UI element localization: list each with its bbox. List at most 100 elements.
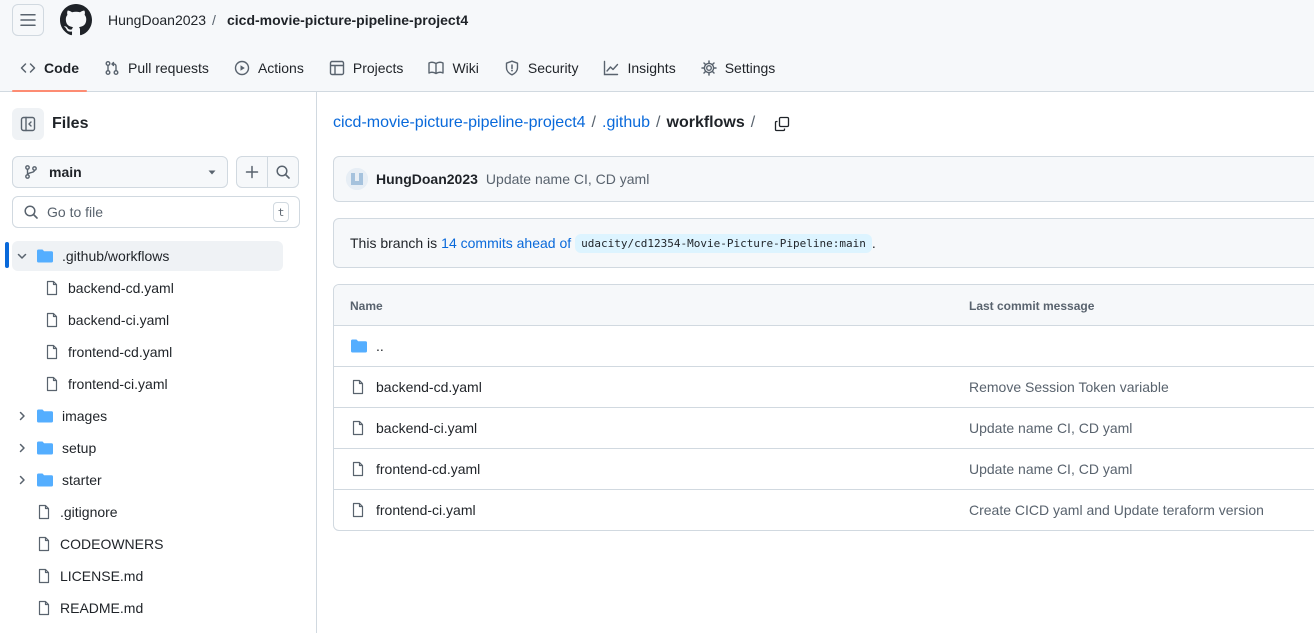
search-files-button[interactable] bbox=[267, 156, 299, 188]
tree-item-frontend-ci[interactable]: frontend-ci.yaml bbox=[44, 369, 168, 399]
tab-label: Projects bbox=[352, 60, 404, 76]
tree-item-images[interactable]: images bbox=[14, 401, 107, 431]
github-logo-icon[interactable] bbox=[60, 4, 92, 36]
tab-pull-requests[interactable]: Pull requests bbox=[96, 48, 217, 88]
chevron-right-icon[interactable] bbox=[14, 440, 30, 456]
commit-message-link[interactable]: Remove Session Token variable bbox=[969, 379, 1169, 395]
folder-icon bbox=[351, 339, 367, 353]
file-name-link[interactable]: backend-cd.yaml bbox=[376, 379, 482, 395]
tab-projects[interactable]: Projects bbox=[321, 48, 412, 88]
tree-item-license[interactable]: LICENSE.md bbox=[36, 561, 143, 591]
tree-item-frontend-cd[interactable]: frontend-cd.yaml bbox=[44, 337, 172, 367]
keyboard-shortcut-badge: t bbox=[273, 202, 289, 222]
breadcrumb-separator: / bbox=[750, 114, 756, 131]
repo-nav: Code Pull requests Actions Projects Wiki… bbox=[12, 48, 792, 92]
caret-down-icon bbox=[208, 170, 216, 175]
files-heading: Files bbox=[52, 115, 89, 132]
tree-item-readme[interactable]: README.md bbox=[36, 593, 143, 623]
file-icon bbox=[46, 312, 58, 328]
tree-item-label: LICENSE.md bbox=[60, 568, 144, 584]
copy-path-button[interactable] bbox=[772, 114, 792, 134]
path-breadcrumb: cicd-movie-picture-pipeline-project4 / .… bbox=[333, 114, 761, 132]
commit-message-link[interactable]: Update name CI, CD yaml bbox=[969, 461, 1132, 477]
tree-item-github-workflows[interactable]: .github/workflows bbox=[12, 241, 283, 271]
tab-insights[interactable]: Insights bbox=[595, 48, 683, 88]
breadcrumb-current: workflows bbox=[666, 114, 745, 131]
tree-item-label: setup bbox=[62, 440, 97, 456]
app-header: HungDoan2023 / cicd-movie-picture-pipeli… bbox=[0, 0, 1314, 92]
tab-label: Wiki bbox=[452, 60, 479, 76]
table-header: Name Last commit message bbox=[334, 285, 1314, 326]
tab-settings[interactable]: Settings bbox=[693, 48, 784, 88]
branch-name: main bbox=[49, 164, 82, 180]
file-name-link[interactable]: frontend-cd.yaml bbox=[376, 461, 480, 477]
file-icon bbox=[352, 379, 364, 395]
tree-item-gitignore[interactable]: .gitignore bbox=[36, 497, 118, 527]
commit-author-link[interactable]: HungDoan2023 bbox=[376, 171, 478, 187]
tab-label: Insights bbox=[627, 60, 676, 76]
tree-item-label: images bbox=[62, 408, 108, 424]
latest-commit-bar: HungDoan2023 Update name CI, CD yaml bbox=[333, 156, 1314, 202]
folder-icon bbox=[37, 473, 53, 487]
table-row: backend-ci.yaml Update name CI, CD yaml bbox=[334, 408, 1314, 449]
file-name-link[interactable]: backend-ci.yaml bbox=[376, 420, 477, 436]
play-icon bbox=[234, 60, 250, 76]
tree-item-label: backend-ci.yaml bbox=[68, 312, 170, 328]
gear-icon bbox=[700, 60, 717, 76]
table-row: backend-cd.yaml Remove Session Token var… bbox=[334, 367, 1314, 408]
menu-button[interactable] bbox=[12, 4, 44, 36]
table-row-parent[interactable]: .. bbox=[334, 326, 1314, 367]
git-branch-icon bbox=[25, 165, 37, 179]
tab-security[interactable]: Security bbox=[496, 48, 587, 88]
tree-item-label: backend-cd.yaml bbox=[68, 280, 174, 296]
breadcrumb-separator: / bbox=[591, 114, 596, 131]
upstream-branch-ref[interactable]: udacity/cd12354-Movie-Picture-Pipeline:m… bbox=[575, 233, 872, 253]
folder-open-icon bbox=[37, 249, 53, 263]
file-icon bbox=[38, 536, 50, 552]
file-icon bbox=[46, 376, 58, 392]
plus-icon bbox=[245, 165, 259, 179]
tree-item-backend-cd[interactable]: backend-cd.yaml bbox=[44, 273, 174, 303]
commit-message-link[interactable]: Update name CI, CD yaml bbox=[486, 171, 649, 187]
branch-ahead-banner: This branch is 14 commits ahead of udaci… bbox=[333, 218, 1314, 268]
file-icon bbox=[352, 502, 364, 518]
chevron-right-icon[interactable] bbox=[14, 472, 30, 488]
tab-label: Actions bbox=[257, 60, 304, 76]
folder-icon bbox=[37, 409, 53, 423]
shield-icon bbox=[505, 60, 519, 76]
tree-item-backend-ci[interactable]: backend-ci.yaml bbox=[44, 305, 169, 335]
tree-item-starter[interactable]: starter bbox=[14, 465, 102, 495]
breadcrumb-github-link[interactable]: .github bbox=[602, 114, 650, 132]
tab-label: Pull requests bbox=[128, 60, 209, 76]
tree-item-setup[interactable]: setup bbox=[14, 433, 96, 463]
breadcrumb-separator: / bbox=[656, 114, 661, 131]
search-icon bbox=[276, 165, 290, 179]
chevron-down-icon[interactable] bbox=[14, 248, 30, 264]
collapse-sidebar-button[interactable] bbox=[12, 108, 44, 140]
tree-item-label: .github/workflows bbox=[62, 248, 170, 264]
breadcrumb-repo-link[interactable]: cicd-movie-picture-pipeline-project4 bbox=[333, 114, 586, 132]
repo-owner-link[interactable]: HungDoan2023 bbox=[108, 12, 206, 28]
parent-dir-link[interactable]: .. bbox=[376, 338, 384, 354]
tree-item-label: starter bbox=[62, 472, 102, 488]
commit-message-link[interactable]: Update name CI, CD yaml bbox=[969, 420, 1132, 436]
chevron-right-icon[interactable] bbox=[14, 408, 30, 424]
tab-actions[interactable]: Actions bbox=[226, 48, 312, 88]
book-icon bbox=[428, 61, 445, 75]
tab-code[interactable]: Code bbox=[12, 48, 87, 92]
file-name-link[interactable]: frontend-ci.yaml bbox=[376, 502, 476, 518]
file-icon bbox=[352, 461, 364, 477]
hamburger-icon bbox=[20, 14, 36, 26]
graph-icon bbox=[604, 60, 619, 76]
commits-ahead-link[interactable]: 14 commits ahead of bbox=[441, 235, 571, 251]
tree-item-codeowners[interactable]: CODEOWNERS bbox=[36, 529, 163, 559]
go-to-file-input[interactable]: Go to file t bbox=[12, 196, 300, 228]
commit-message-link[interactable]: Create CICD yaml and Update teraform ver… bbox=[969, 502, 1264, 518]
repo-name-link[interactable]: cicd-movie-picture-pipeline-project4 bbox=[227, 12, 468, 28]
add-file-button[interactable] bbox=[236, 156, 268, 188]
branch-selector[interactable]: main bbox=[12, 156, 228, 188]
file-icon bbox=[38, 600, 50, 616]
tab-wiki[interactable]: Wiki bbox=[420, 48, 486, 88]
table-row: frontend-ci.yaml Create CICD yaml and Up… bbox=[334, 490, 1314, 530]
avatar[interactable] bbox=[346, 168, 368, 190]
